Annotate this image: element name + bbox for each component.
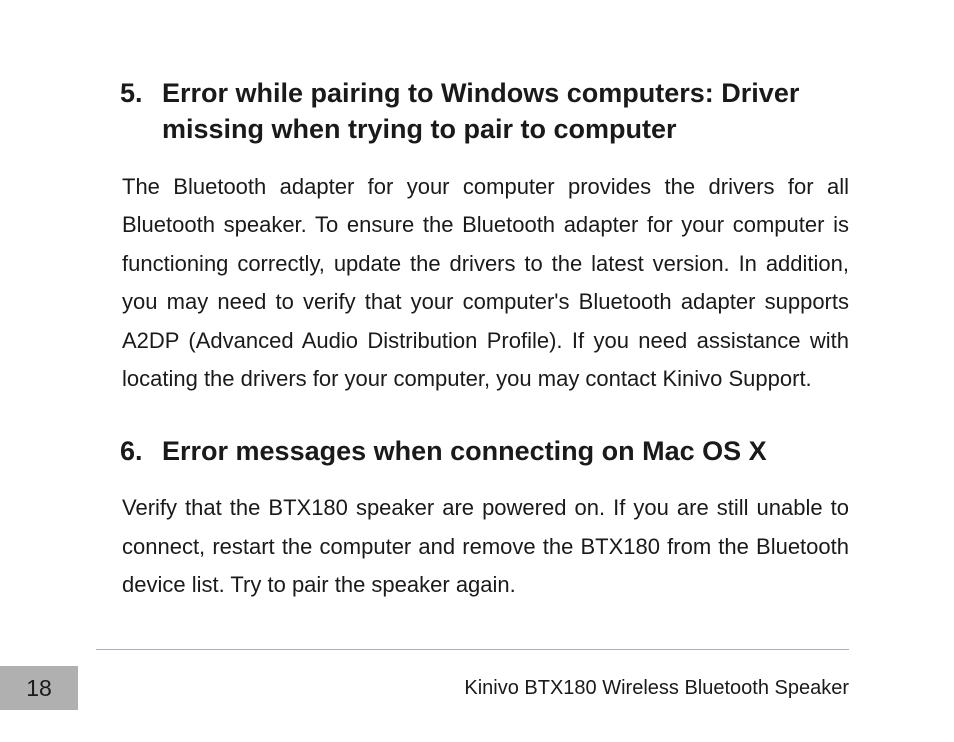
section-body: The Bluetooth adapter for your computer …	[120, 168, 849, 399]
section-heading-5: 5. Error while pairing to Windows comput…	[120, 75, 849, 148]
section-heading-6: 6. Error messages when connecting on Mac…	[120, 433, 849, 469]
page-number: 18	[0, 666, 78, 710]
section-number: 5.	[120, 75, 162, 111]
section-number: 6.	[120, 433, 162, 469]
document-title: Kinivo BTX180 Wireless Bluetooth Speaker	[78, 677, 954, 700]
section-title: Error messages when connecting on Mac OS…	[162, 433, 849, 469]
footer-row: 18 Kinivo BTX180 Wireless Bluetooth Spea…	[0, 666, 954, 710]
section-body: Verify that the BTX180 speaker are power…	[120, 489, 849, 605]
section-title: Error while pairing to Windows computers…	[162, 75, 849, 148]
page-content: 5. Error while pairing to Windows comput…	[0, 0, 954, 605]
page-footer: 18 Kinivo BTX180 Wireless Bluetooth Spea…	[0, 649, 954, 710]
footer-divider	[96, 649, 849, 650]
